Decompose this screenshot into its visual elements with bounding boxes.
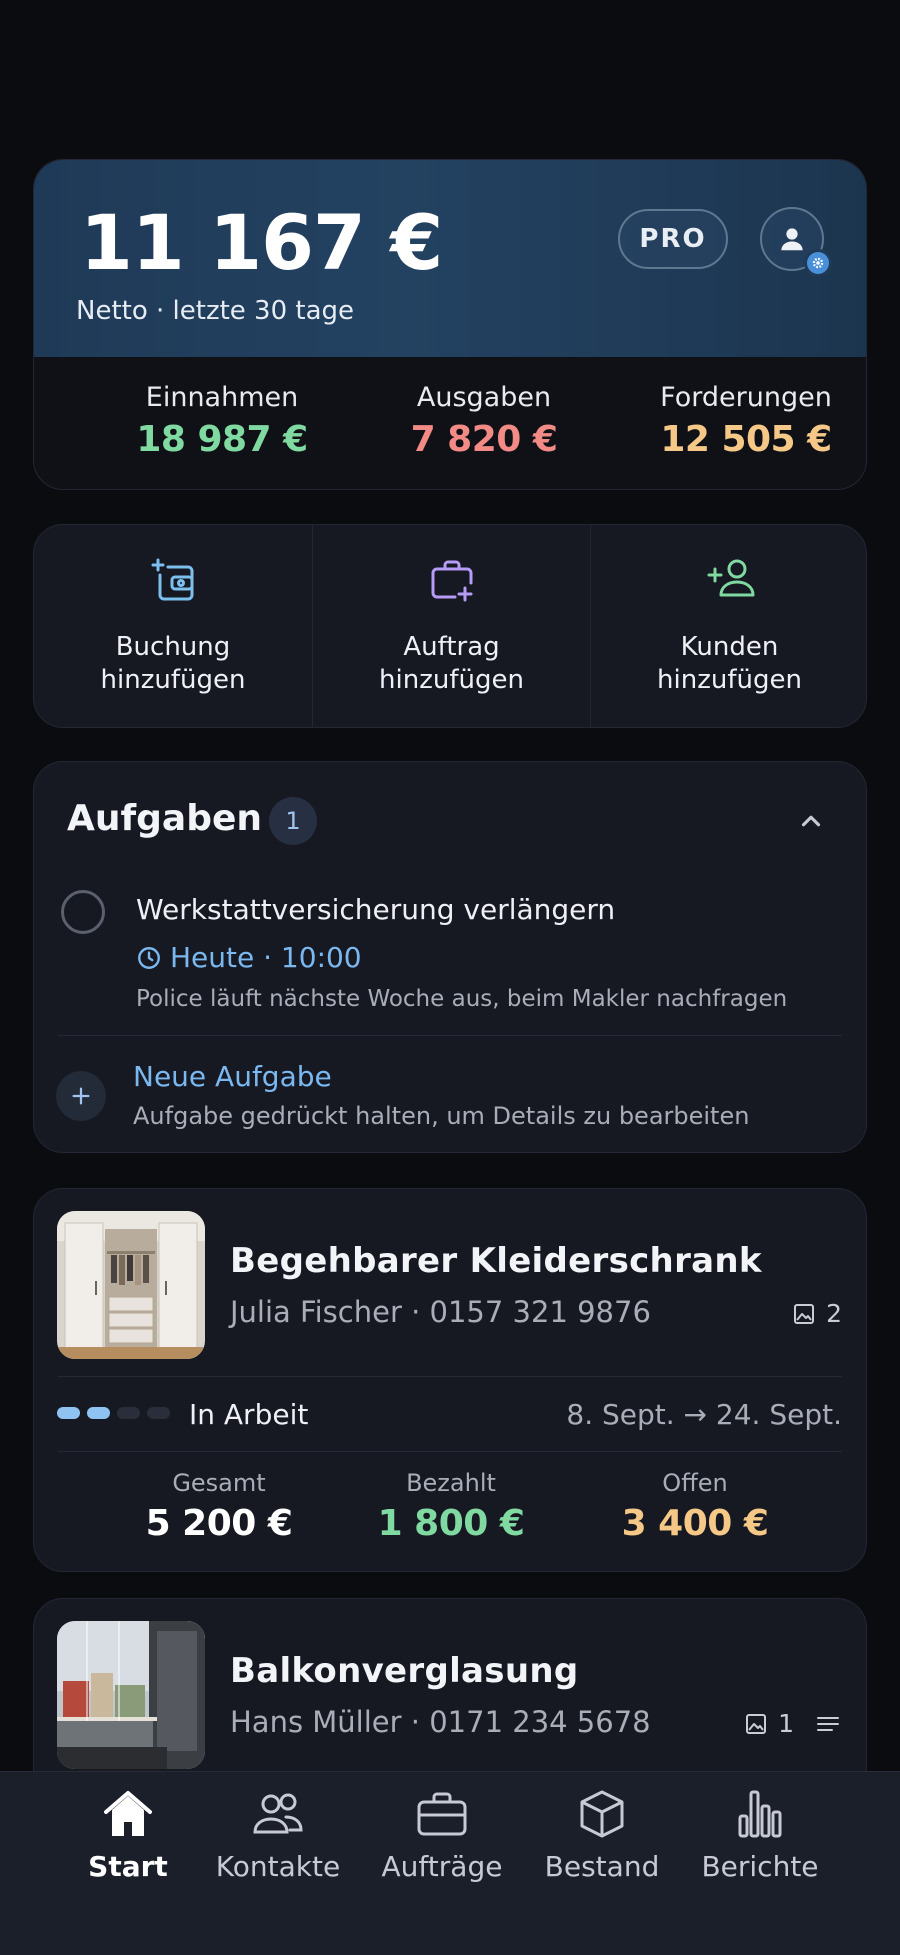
stat-expenses[interactable]: Ausgaben 7 820 €: [354, 382, 614, 460]
home-icon: [104, 1791, 152, 1836]
image-icon: [746, 1713, 767, 1734]
action-label: Buchung hinzufügen: [100, 632, 246, 695]
pro-badge[interactable]: PRO: [618, 209, 728, 269]
tasks-card: Aufgaben 1 Werkstattversicherung verläng…: [33, 761, 867, 1153]
progress-step: [57, 1407, 80, 1419]
money-value: 5 200 €: [145, 1503, 293, 1544]
job-card[interactable]: Begehbarer Kleiderschrank Julia Fischer …: [33, 1188, 867, 1572]
plus-icon: [72, 1087, 90, 1105]
job-title: Balkonverglasung: [230, 1651, 579, 1691]
job-open: Offen 3 400 €: [560, 1469, 830, 1544]
user-add-icon: [707, 559, 755, 597]
chevron-up-icon[interactable]: [796, 806, 826, 836]
task-time: Heute · 10:00: [170, 941, 362, 974]
clock-icon: [138, 946, 160, 969]
stat-value: 12 505 €: [660, 419, 832, 460]
progress-step: [117, 1407, 140, 1419]
briefcase-icon: [417, 1792, 467, 1836]
add-job-button[interactable]: Auftrag hinzufügen: [312, 525, 590, 727]
booking-add-icon: [151, 558, 194, 601]
gear-icon: [804, 249, 832, 277]
job-contact: Julia Fischer · 0157 321 9876: [230, 1295, 651, 1329]
user-icon: [781, 228, 803, 251]
photo-count-value: 2: [826, 1299, 842, 1328]
add-booking-button[interactable]: Buchung hinzufügen: [34, 525, 312, 727]
task-due: Heute · 10:00: [136, 941, 362, 974]
action-label: Auftrag hinzufügen: [379, 632, 524, 695]
new-task-label[interactable]: Neue Aufgabe: [133, 1060, 332, 1093]
nav-label: Berichte: [701, 1850, 819, 1883]
job-total: Gesamt 5 200 €: [84, 1469, 354, 1544]
briefcase-add-icon: [431, 560, 473, 602]
task-title[interactable]: Werkstattversicherung verlängern: [136, 893, 615, 926]
add-task-button[interactable]: [56, 1071, 106, 1121]
stat-label: Ausgaben: [416, 382, 552, 413]
new-task-hint: Aufgabe gedrückt halten, um Details zu b…: [133, 1102, 750, 1130]
job-paid: Bezahlt 1 800 €: [316, 1469, 586, 1544]
money-label: Gesamt: [172, 1469, 266, 1497]
job-dates: 8. Sept. → 24. Sept.: [566, 1398, 842, 1431]
job-photo[interactable]: [57, 1211, 205, 1359]
progress-step: [87, 1407, 110, 1419]
money-label: Offen: [662, 1469, 728, 1497]
job-contact: Hans Müller · 0171 234 5678: [230, 1705, 651, 1739]
box-icon: [580, 1790, 624, 1838]
bar-chart-icon: [738, 1790, 782, 1838]
divider: [58, 1376, 842, 1377]
stat-value: 7 820 €: [410, 419, 558, 460]
nav-label: Aufträge: [381, 1850, 503, 1883]
stat-value: 18 987 €: [136, 419, 308, 460]
quick-actions: Buchung hinzufügen Auftrag hinzufügen Kund…: [33, 524, 867, 728]
contacts-icon: [253, 1793, 303, 1834]
stat-label: Forderungen: [660, 382, 832, 413]
divider: [58, 1451, 842, 1452]
summary-card[interactable]: 11 167 € Netto · letzte 30 tage PRO Einn…: [33, 159, 867, 490]
notes-icon: [817, 1716, 839, 1731]
job-status: In Arbeit: [189, 1398, 309, 1431]
bottom-navigation: Start Kontakte Aufträge Bestand Berichte: [0, 1771, 900, 1955]
stat-label: Einnahmen: [145, 382, 299, 413]
tasks-count-badge: 1: [269, 797, 317, 845]
photo-count-value: 1: [778, 1709, 794, 1738]
task-checkbox[interactable]: [61, 890, 105, 934]
tasks-title: Aufgaben: [67, 798, 263, 839]
net-label: Netto · letzte 30 tage: [76, 296, 355, 326]
nav-label: Kontakte: [215, 1850, 341, 1883]
photo-count: 1: [744, 1709, 842, 1738]
nav-label: Start: [88, 1850, 168, 1883]
stat-income[interactable]: Einnahmen 18 987 €: [92, 382, 352, 460]
divider: [58, 1035, 842, 1036]
photo-count: 2: [792, 1299, 842, 1328]
nav-label: Bestand: [544, 1850, 660, 1883]
image-icon: [794, 1303, 815, 1324]
stat-receivables[interactable]: Forderungen 12 505 €: [616, 382, 866, 460]
task-note: Police läuft nächste Woche aus, beim Mak…: [136, 986, 788, 1012]
net-amount: 11 167 €: [80, 198, 443, 287]
job-photo[interactable]: [57, 1621, 205, 1769]
money-value: 1 800 €: [377, 1503, 525, 1544]
progress-indicator: [57, 1407, 170, 1419]
job-title: Begehbarer Kleiderschrank: [230, 1241, 762, 1281]
action-label: Kunden hinzufügen: [657, 632, 802, 695]
profile-settings-button[interactable]: [760, 207, 832, 277]
add-customer-button[interactable]: Kunden hinzufügen: [590, 525, 866, 727]
money-label: Bezahlt: [406, 1469, 496, 1497]
money-value: 3 400 €: [621, 1503, 769, 1544]
progress-step: [147, 1407, 170, 1419]
